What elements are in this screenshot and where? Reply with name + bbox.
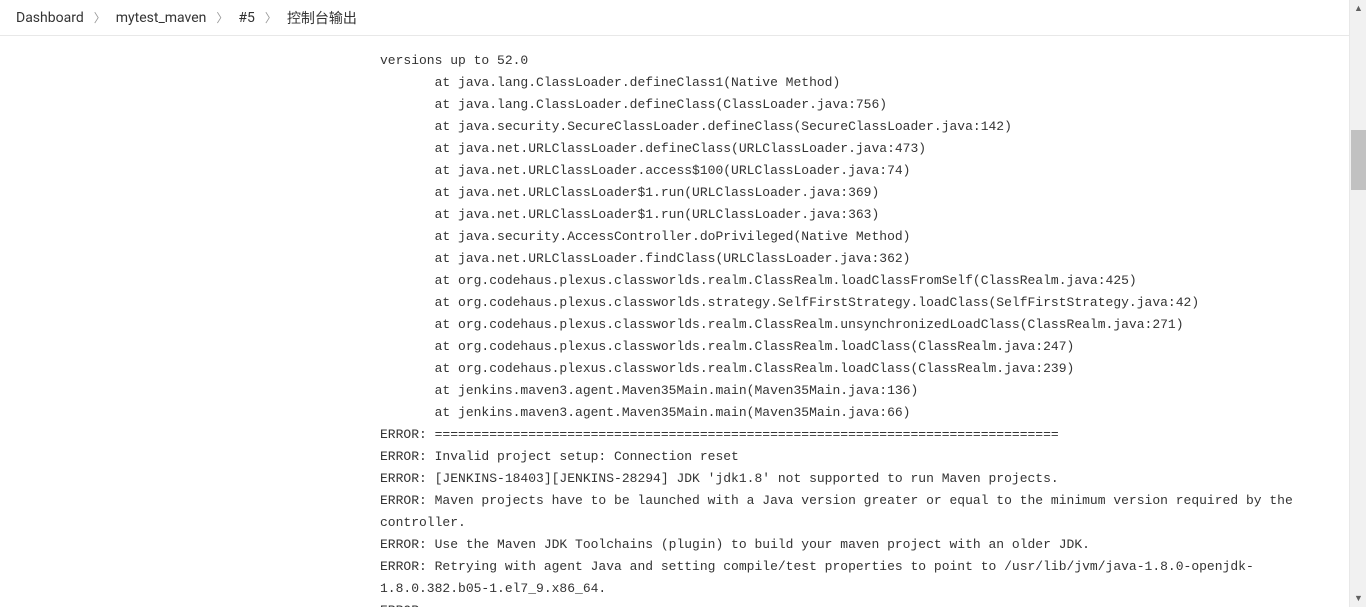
chevron-right-icon: 〉 — [94, 9, 106, 26]
scroll-up-arrow-icon[interactable]: ▲ — [1350, 0, 1366, 17]
scrollbar-track[interactable]: ▲ ▼ — [1349, 0, 1366, 607]
breadcrumb-project[interactable]: mytest_maven — [116, 10, 207, 26]
scrollbar-thumb[interactable] — [1351, 130, 1366, 190]
scroll-down-arrow-icon[interactable]: ▼ — [1350, 590, 1366, 607]
breadcrumb-build[interactable]: #5 — [238, 10, 255, 26]
chevron-right-icon: 〉 — [265, 9, 277, 26]
sidebar-spacer — [0, 36, 380, 607]
breadcrumb-dashboard[interactable]: Dashboard — [16, 10, 84, 26]
breadcrumb-console[interactable]: 控制台输出 — [287, 8, 357, 28]
chevron-right-icon: 〉 — [216, 9, 228, 26]
breadcrumb: Dashboard 〉 mytest_maven 〉 #5 〉 控制台输出 — [0, 0, 1366, 36]
main-area: versions up to 52.0 at java.lang.ClassLo… — [0, 36, 1366, 607]
console-output: versions up to 52.0 at java.lang.ClassLo… — [380, 36, 1366, 607]
